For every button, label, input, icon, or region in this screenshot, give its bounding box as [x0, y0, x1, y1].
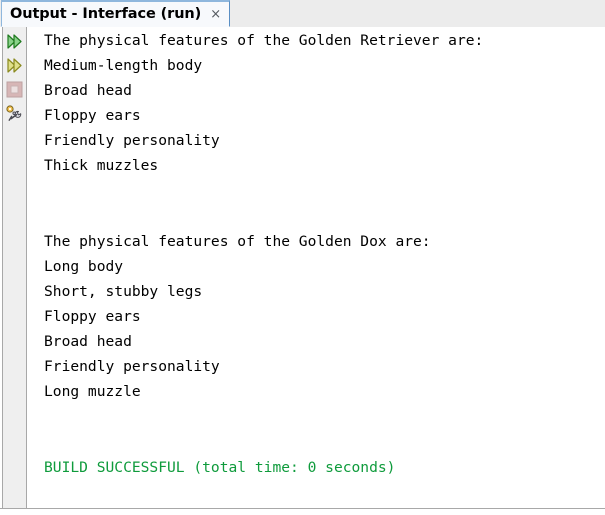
stop-icon: [6, 81, 23, 98]
rerun-icon: [5, 32, 24, 51]
stop-button[interactable]: [3, 77, 26, 101]
output-text-pane[interactable]: The physical features of the Golden Retr…: [28, 27, 605, 508]
output-content-area: The physical features of the Golden Retr…: [0, 27, 605, 515]
io-settings-icon: [5, 104, 24, 123]
rerun-alternate-button[interactable]: [3, 53, 26, 77]
output-line: Medium-length body: [44, 57, 203, 75]
output-line: Broad head: [44, 82, 132, 100]
output-line: Long body: [44, 257, 124, 275]
output-line: Floppy ears: [44, 308, 141, 326]
bottom-divider: [0, 508, 605, 509]
output-line: Friendly personality: [44, 132, 220, 150]
output-line: Floppy ears: [44, 107, 141, 125]
output-line: Broad head: [44, 333, 132, 351]
output-line: Thick muzzles: [44, 157, 159, 175]
tab-strip: Output - Interface (run) ×: [0, 0, 605, 27]
output-lines: The physical features of the Golden Retr…: [44, 28, 483, 480]
io-settings-button[interactable]: [3, 101, 26, 125]
close-icon[interactable]: ×: [210, 8, 221, 21]
output-window: Output - Interface (run) × The physical …: [0, 0, 605, 515]
output-toolbar: [2, 27, 27, 508]
tab-output-interface-run[interactable]: Output - Interface (run) ×: [1, 0, 231, 27]
rerun-alternate-icon: [5, 56, 24, 75]
output-line: Long muzzle: [44, 383, 141, 401]
output-line-build-status: BUILD SUCCESSFUL (total time: 0 seconds): [44, 458, 396, 476]
tab-label: Output - Interface (run): [10, 6, 202, 22]
output-line: The physical features of the Golden Retr…: [44, 32, 484, 49]
output-line: The physical features of the Golden Dox …: [44, 232, 431, 250]
rerun-button[interactable]: [3, 29, 26, 53]
output-line: Short, stubby legs: [44, 282, 203, 300]
output-line: Friendly personality: [44, 358, 220, 376]
